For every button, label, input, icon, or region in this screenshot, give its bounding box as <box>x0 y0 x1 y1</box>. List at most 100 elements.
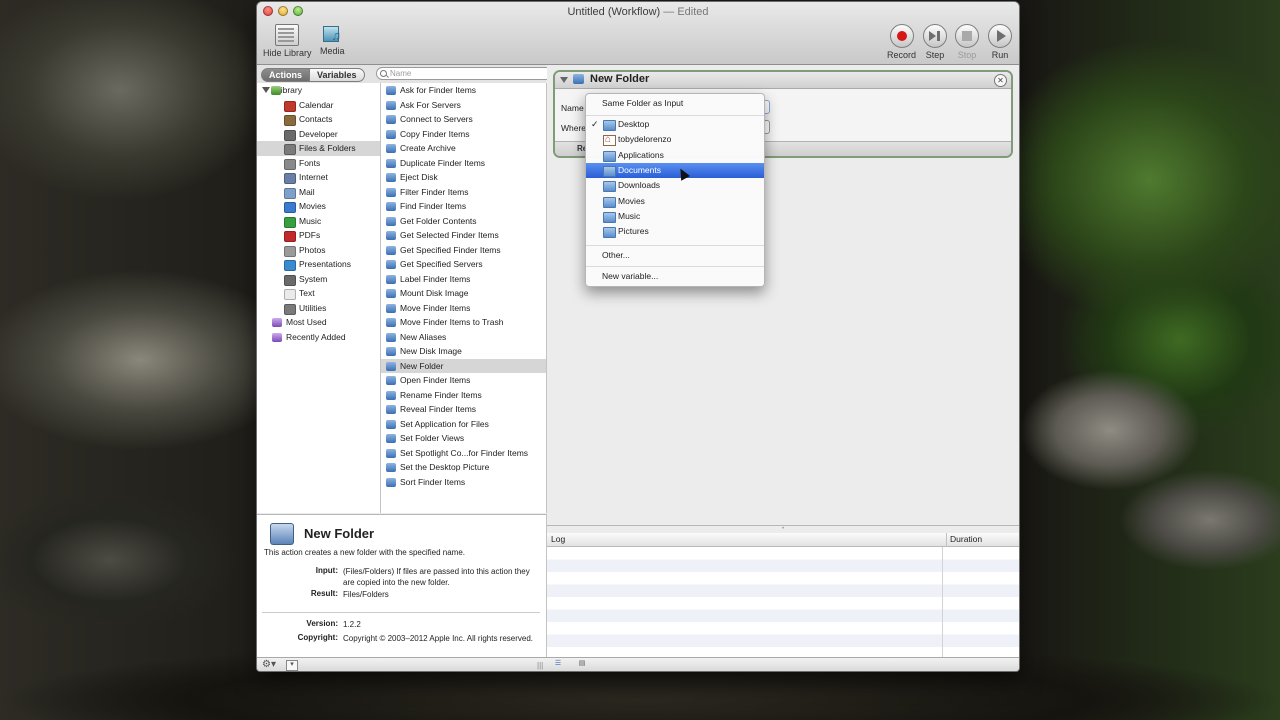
menu-item-folder[interactable]: Music <box>586 209 764 224</box>
menu-item-new-variable[interactable]: New variable... <box>586 269 764 284</box>
menu-item-folder[interactable]: tobydelorenzo <box>586 132 764 147</box>
library-item[interactable]: Mail <box>257 185 380 200</box>
action-item-label: Get Folder Contents <box>400 215 477 226</box>
tab-variables[interactable]: Variables <box>310 68 365 82</box>
action-item[interactable]: Label Finder Items <box>381 272 546 287</box>
action-item[interactable]: Reveal Finder Items <box>381 402 546 417</box>
library-item[interactable]: Fonts <box>257 156 380 171</box>
media-button[interactable]: Media <box>320 24 345 56</box>
action-item[interactable]: Move Finder Items to Trash <box>381 315 546 330</box>
category-icon <box>284 216 296 228</box>
library-item[interactable]: Developer <box>257 127 380 142</box>
action-item[interactable]: Connect to Servers <box>381 112 546 127</box>
action-item-label: Get Specified Servers <box>400 259 483 269</box>
collection-most-used[interactable]: Most Used <box>257 315 380 330</box>
action-item[interactable]: Filter Finder Items <box>381 185 546 200</box>
remove-action-icon[interactable]: ✕ <box>994 74 1007 87</box>
menu-item-folder[interactable]: Applications <box>586 148 764 163</box>
library-header: Actions Variables Name <box>257 65 553 84</box>
library-item[interactable]: Internet <box>257 170 380 185</box>
action-item-label: Create Archive <box>400 143 456 153</box>
menu-item-folder[interactable]: Movies <box>586 194 764 209</box>
description-summary: This action creates a new folder with th… <box>264 548 465 557</box>
menu-item-folder[interactable]: ✓ Desktop <box>586 117 764 132</box>
library-root[interactable]: Library <box>257 83 380 98</box>
record-button[interactable]: Record <box>887 24 916 60</box>
collapse-triangle-icon[interactable] <box>560 77 568 83</box>
category-icon <box>284 187 296 199</box>
action-item-label: New Folder <box>400 360 444 371</box>
stop-button[interactable]: Stop <box>955 24 979 60</box>
run-button[interactable]: Run <box>988 24 1012 60</box>
library-item[interactable]: Calendar <box>257 98 380 113</box>
hide-library-button[interactable]: Hide Library <box>263 24 312 58</box>
finder-action-icon <box>386 129 396 139</box>
log-view-icon[interactable]: ▤ <box>577 660 587 669</box>
gear-icon[interactable]: ⚙▾ <box>262 659 276 670</box>
finder-action-icon <box>573 74 584 84</box>
action-card-header[interactable]: New Folder ✕ <box>555 72 1011 89</box>
collection-recently-added[interactable]: Recently Added <box>257 330 380 345</box>
finder-action-icon <box>386 463 396 472</box>
library-item[interactable]: Presentations <box>257 257 380 272</box>
menu-item-folder[interactable]: Pictures <box>586 224 764 239</box>
show-description-icon[interactable]: ▾ <box>286 660 298 671</box>
library-item[interactable]: Photos <box>257 243 380 258</box>
action-item[interactable]: Get Specified Servers <box>381 257 546 272</box>
library-item[interactable]: Music <box>257 214 380 229</box>
library-item[interactable]: System <box>257 272 380 287</box>
action-item[interactable]: New Disk Image <box>381 344 546 359</box>
library-item-label: Contacts <box>299 114 333 124</box>
folder-icon <box>603 165 616 177</box>
where-field-label: Where <box>561 123 587 133</box>
action-item[interactable]: Ask For Servers <box>381 98 546 113</box>
search-input[interactable]: Name <box>376 67 553 80</box>
disclosure-triangle-icon[interactable] <box>262 87 270 93</box>
duration-column-header[interactable]: Duration <box>946 533 982 546</box>
tab-actions[interactable]: Actions <box>261 68 311 82</box>
action-item[interactable]: Open Finder Items <box>381 373 546 388</box>
library-item[interactable]: PDFs <box>257 228 380 243</box>
library-item[interactable]: Text <box>257 286 380 301</box>
library-item[interactable]: Files & Folders <box>257 141 380 156</box>
category-icon <box>284 260 296 271</box>
menu-item-label: Music <box>618 210 641 221</box>
action-item-label: Move Finder Items to Trash <box>400 317 504 327</box>
library-item[interactable]: Movies <box>257 199 380 214</box>
menu-item-same-folder[interactable]: Same Folder as Input <box>586 96 764 111</box>
action-item[interactable]: Mount Disk Image <box>381 286 546 301</box>
action-item[interactable]: Move Finder Items <box>381 301 546 316</box>
action-item[interactable]: Create Archive <box>381 141 546 156</box>
action-item[interactable]: Get Specified Finder Items <box>381 243 546 258</box>
library-item[interactable]: Utilities <box>257 301 380 316</box>
menu-item-folder[interactable]: Downloads <box>586 178 764 193</box>
step-button[interactable]: Step <box>923 24 947 60</box>
category-icon <box>284 129 296 141</box>
action-item[interactable]: Rename Finder Items <box>381 388 546 403</box>
action-item[interactable]: Get Selected Finder Items <box>381 228 546 243</box>
resize-grip-icon[interactable]: ||| <box>537 661 543 670</box>
library-item[interactable]: Contacts <box>257 112 380 127</box>
action-item[interactable]: Copy Finder Items <box>381 127 546 142</box>
action-item[interactable]: New Aliases <box>381 330 546 345</box>
action-item[interactable]: Duplicate Finder Items <box>381 156 546 171</box>
action-item[interactable]: Eject Disk <box>381 170 546 185</box>
action-item[interactable]: Set Spotlight Co...for Finder Items <box>381 446 546 461</box>
log-header: Log Duration <box>547 533 1019 547</box>
action-item[interactable]: Set the Desktop Picture <box>381 460 546 475</box>
action-item[interactable]: New Folder <box>381 358 546 373</box>
menu-item-label: Desktop <box>618 119 650 129</box>
action-item[interactable]: Ask for Finder Items <box>381 83 546 98</box>
finder-action-icon <box>386 347 396 356</box>
action-item[interactable]: Set Folder Views <box>381 431 546 446</box>
action-item[interactable]: Find Finder Items <box>381 199 546 214</box>
log-column-header[interactable]: Log <box>551 534 565 544</box>
action-item-label: New Disk Image <box>400 346 462 356</box>
action-item[interactable]: Get Folder Contents <box>381 214 546 229</box>
menu-item-other[interactable]: Other... <box>586 248 764 263</box>
action-item[interactable]: Sort Finder Items <box>381 475 546 490</box>
action-item[interactable]: Set Application for Files <box>381 417 546 432</box>
library-item-label: Calendar <box>299 99 334 110</box>
list-view-icon[interactable]: ☰ <box>553 660 563 669</box>
action-item-label: Open Finder Items <box>400 375 471 385</box>
